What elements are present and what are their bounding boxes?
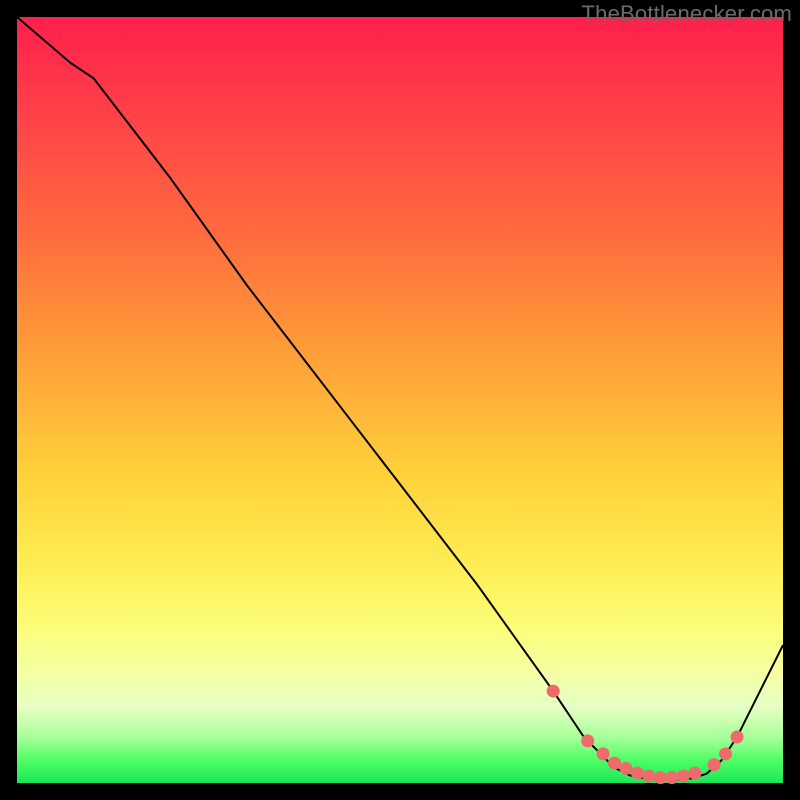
highlight-dot <box>731 731 744 744</box>
highlight-dot <box>619 762 632 775</box>
highlight-dot <box>608 757 621 770</box>
highlight-dot <box>688 767 701 780</box>
curve-group <box>17 17 783 780</box>
highlight-dot <box>547 685 560 698</box>
highlight-dot <box>631 767 644 780</box>
highlight-dot <box>708 758 721 771</box>
highlight-dot <box>719 747 732 760</box>
highlight-dot <box>665 771 678 784</box>
highlight-dot <box>596 747 609 760</box>
chart-frame: TheBottlenecker.com <box>0 0 800 800</box>
highlight-dot <box>654 771 667 784</box>
chart-overlay <box>17 17 783 783</box>
bottleneck-curve <box>17 17 783 780</box>
highlight-dot <box>642 770 655 783</box>
highlight-dot <box>581 734 594 747</box>
watermark-text: TheBottlenecker.com <box>582 1 792 27</box>
highlight-dot <box>677 770 690 783</box>
marker-group <box>547 685 744 785</box>
